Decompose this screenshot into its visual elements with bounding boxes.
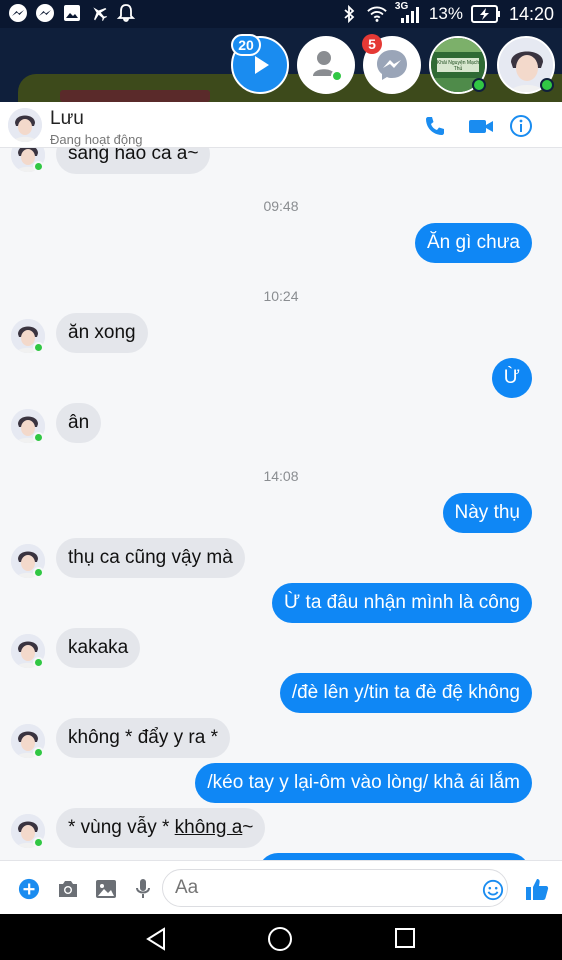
airplane-icon — [93, 7, 108, 22]
message-outgoing[interactable]: Ừ — [491, 358, 532, 398]
video-count-badge: 20 — [231, 34, 261, 56]
online-indicator — [33, 747, 44, 758]
message-incoming[interactable]: * vùng vẫy * không a~ — [56, 808, 266, 848]
online-indicator — [33, 567, 44, 578]
message-outgoing[interactable]: /đè lên y/tin ta đè đệ không — [279, 673, 532, 713]
message-incoming[interactable]: ăn xong — [56, 313, 148, 353]
online-indicator — [33, 161, 44, 172]
clock: 14:20 — [508, 3, 554, 24]
messenger-notification-icon — [9, 4, 27, 22]
contact-chat-head[interactable] — [297, 36, 355, 94]
online-indicator — [33, 342, 44, 353]
timestamp: 14:08 — [263, 468, 299, 484]
bell-icon — [116, 4, 136, 22]
message-text-underlined: không a — [174, 817, 243, 838]
message-incoming[interactable]: không * đẩy y ra * — [56, 718, 230, 758]
info-icon[interactable] — [509, 114, 533, 138]
video-call-icon[interactable] — [468, 114, 496, 138]
recents-icon[interactable] — [393, 926, 417, 950]
message-incoming[interactable]: ân — [56, 403, 102, 443]
battery-percent: 13% — [428, 4, 463, 23]
camera-icon[interactable] — [56, 878, 80, 900]
microphone-icon[interactable] — [131, 878, 155, 900]
home-icon[interactable] — [267, 926, 293, 952]
contact-avatar[interactable] — [8, 108, 42, 142]
chat-window: Lưu Đang hoạt động sáng hảo ca a~ 09:48 … — [0, 102, 562, 914]
group-online-indicator — [472, 78, 486, 92]
online-indicator — [331, 70, 343, 82]
signal-icon: 3G — [395, 1, 421, 25]
online-indicator — [33, 837, 44, 848]
online-indicator — [33, 657, 44, 668]
contact-name: Lưu — [50, 108, 84, 129]
back-icon[interactable] — [143, 926, 169, 952]
timestamp: 09:48 — [263, 198, 299, 214]
online-indicator — [33, 432, 44, 443]
android-nav-bar — [0, 914, 562, 960]
chat-header: Lưu Đang hoạt động — [0, 102, 562, 148]
message-text: * vùng vẫy * — [68, 817, 175, 838]
message-outgoing[interactable]: Ăn gì chưa — [415, 223, 532, 263]
bluetooth-icon — [344, 4, 355, 24]
person-icon — [313, 51, 335, 76]
user-online-indicator — [540, 78, 554, 92]
messenger-count-badge: 5 — [362, 34, 382, 54]
message-outgoing[interactable]: Này thụ — [442, 493, 532, 533]
message-incoming[interactable]: thụ ca cũng vậy mà — [56, 538, 245, 578]
emoji-icon[interactable] — [481, 879, 505, 901]
background-chat-peek-bar — [60, 90, 210, 102]
message-incoming[interactable]: kakaka — [56, 628, 141, 668]
message-text: ~ — [242, 817, 254, 838]
photo-notification-icon — [64, 5, 80, 21]
contact-status: Đang hoạt động — [50, 132, 143, 147]
like-icon[interactable] — [524, 876, 550, 902]
battery-charging-icon — [470, 5, 500, 23]
messenger-notification-icon-2 — [36, 4, 54, 22]
phone-icon[interactable] — [423, 114, 447, 138]
wifi-icon — [367, 6, 387, 22]
message-input[interactable] — [162, 869, 508, 907]
timestamp: 10:24 — [263, 288, 299, 304]
status-bar: 3G 13% 14:20 — [0, 0, 562, 28]
image-icon[interactable] — [94, 878, 118, 900]
message-outgoing[interactable]: /kéo tay y lại-ôm vào lòng/ khả ái lắm — [195, 763, 532, 803]
message-outgoing[interactable]: Ừ ta đâu nhận mình là công — [272, 583, 532, 623]
add-icon[interactable] — [17, 878, 41, 900]
group-avatar-caption: Khải Nguyện Mạch Thủ — [436, 60, 480, 72]
composer-bar — [0, 860, 562, 914]
